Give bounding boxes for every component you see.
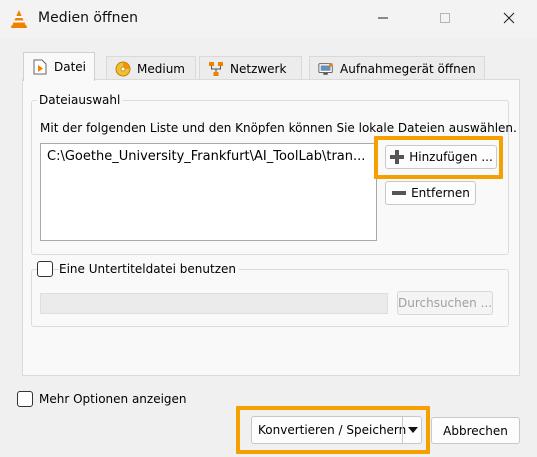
tab-network-label: Netzwerk [230,61,287,76]
cancel-button[interactable]: Abbrechen [431,417,520,444]
tab-capture-device-label: Aufnahmegerät öffnen [340,61,476,76]
close-icon [503,12,515,24]
subtitle-checkbox[interactable] [37,261,53,277]
disc-icon [115,61,131,77]
vlc-cone-icon [11,10,27,28]
tab-file[interactable]: Datei [23,52,95,81]
chevron-down-icon [407,427,418,433]
tab-network[interactable]: Netzwerk [199,56,302,80]
file-selection-legend: Dateiauswahl [37,93,123,107]
more-options-label[interactable]: Mehr Optionen anzeigen [39,392,187,406]
convert-save-button[interactable]: Konvertieren / Speichern [251,416,422,444]
title-bar[interactable]: Medien öffnen [0,0,537,38]
tab-file-label: Datei [53,60,86,74]
minus-icon [392,191,407,195]
browse-subtitle-label: Durchsuchen ... [397,296,493,310]
network-icon [208,61,224,77]
tab-disc-label: Medium [137,61,185,76]
plus-icon [390,150,405,164]
add-file-button[interactable]: Hinzufügen ... [385,145,497,169]
remove-file-button[interactable]: Entfernen [385,181,476,205]
browse-subtitle-button: Durchsuchen ... [397,291,493,315]
capture-device-icon [318,61,334,77]
subtitle-path-field [40,293,388,314]
open-media-dialog: Medien öffnen Datei Medium Netzwerk Aufn… [0,0,537,457]
add-file-label: Hinzufügen ... [409,150,493,164]
remove-file-label: Entfernen [411,186,470,200]
convert-save-label: Konvertieren / Speichern [258,423,407,437]
tab-capture-device[interactable]: Aufnahmegerät öffnen [309,56,485,80]
list-item[interactable]: C:\Goethe_University_Frankfurt\AI_ToolLa… [47,149,365,164]
minimize-button[interactable] [360,0,406,36]
maximize-button[interactable] [422,0,468,36]
cancel-label: Abbrechen [443,423,508,438]
minimize-icon [378,17,388,19]
subtitle-checkbox-label[interactable]: Eine Untertiteldatei benutzen [59,262,239,276]
file-play-icon [32,59,48,75]
file-selection-description: Mit der folgenden Liste und den Knöpfen … [40,121,517,135]
file-list[interactable]: C:\Goethe_University_Frankfurt\AI_ToolLa… [40,143,377,241]
tab-disc[interactable]: Medium [106,56,196,80]
convert-dropdown-toggle[interactable] [402,416,422,444]
close-button[interactable] [486,0,532,36]
window-title: Medien öffnen [38,10,138,26]
maximize-icon [440,13,450,23]
more-options-checkbox[interactable] [17,391,33,407]
